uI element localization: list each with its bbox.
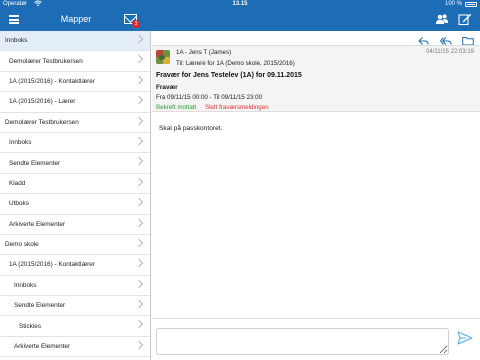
message-header: 1A - Jens T (James) 04/11/15 22:03:19 Ti… [152, 45, 480, 112]
folder-item[interactable]: Demolærer Testbrukersen [0, 113, 150, 133]
folder-label: Demo skole [5, 241, 39, 249]
folder-icon[interactable] [462, 33, 474, 46]
folder-item[interactable]: Demo skole [0, 235, 150, 256]
chevron-right-icon [134, 55, 144, 64]
reply-all-icon[interactable] [439, 33, 452, 45]
folder-label: Innboks [9, 139, 32, 147]
absence-title: Fravær [156, 84, 178, 91]
folder-label: Demolærer Testbrukersen [9, 57, 83, 65]
nav-bar: Mapper 3 [0, 9, 480, 31]
folder-item[interactable]: 1A (2015/2016) - Kontaktlærer [0, 72, 150, 93]
chevron-right-icon [134, 116, 144, 125]
delete-absence-link[interactable]: Slett fraværsmeldingen [205, 104, 269, 111]
message-toolbar [152, 31, 480, 46]
sender-name: 1A - Jens T (James) [176, 49, 232, 56]
folder-sidebar: Innboks Demolærer Testbrukersen 1A (2015/2… [0, 31, 151, 360]
chevron-right-icon [134, 279, 144, 288]
folder-label: 1A (2015/2016) - Kontaktlærer [9, 77, 95, 85]
chevron-right-icon [134, 75, 144, 85]
confirm-received-link[interactable]: Bekreft mottatt [156, 104, 196, 111]
folder-label: Demolærer Testbrukersen [5, 118, 79, 126]
recipient-line: Til: Lærere for 1A (Demo skole, 2015/201… [176, 60, 295, 67]
chevron-right-icon [134, 320, 144, 329]
chevron-right-icon [134, 136, 144, 146]
status-bar: Operatør 13.15 100 % [0, 0, 480, 9]
folder-item[interactable]: Arkiverte Elementer [0, 337, 150, 358]
chevron-right-icon [134, 259, 144, 268]
chevron-right-icon [134, 197, 144, 207]
reply-input[interactable] [156, 328, 449, 355]
chevron-right-icon [134, 34, 144, 44]
reply-icon[interactable] [418, 33, 429, 45]
unread-badge: 3 [132, 20, 140, 28]
message-subject: Fravær for Jens Testelev (1A) for 09.11.… [156, 72, 302, 79]
chevron-right-icon [134, 218, 144, 227]
folder-item[interactable]: Arkiverte Elementer [0, 215, 150, 235]
folder-label: Stickies [19, 322, 42, 330]
message-body: Skal på passkontoret. [159, 125, 223, 132]
battery-percent: 100 % [444, 1, 462, 7]
folder-label: Sendte Elementer [14, 302, 66, 310]
send-icon[interactable] [457, 331, 473, 345]
chevron-right-icon [134, 299, 144, 309]
folder-label: Arkiverte Elementer [14, 343, 71, 351]
folder-label: Innboks [5, 37, 28, 45]
absence-period: Fra 09/11/15 00:00 - Til 09/11/15 23:00 [156, 94, 263, 101]
top-bar: Operatør 13.15 100 % Mapper 3 [0, 0, 480, 31]
folder-item[interactable]: 1A (2015/2016) - Lærer [0, 92, 150, 113]
folder-item[interactable]: 1A (2015/2016) - Kontaktlærer [0, 255, 150, 276]
message-date: 04/11/15 22:03:19 [426, 49, 474, 55]
people-icon[interactable] [435, 12, 449, 26]
folder-label: Arkiverte Elementer [9, 220, 66, 228]
folder-item[interactable]: Sendte Elementer [0, 296, 150, 317]
compose-icon[interactable] [458, 12, 472, 26]
folder-item[interactable]: Kladd [0, 174, 150, 195]
folder-item[interactable]: Innboks [0, 276, 150, 297]
message-pane: 1A - Jens T (James) 04/11/15 22:03:19 Ti… [152, 31, 480, 360]
folder-label: Kladd [9, 179, 26, 187]
reply-composer [152, 318, 480, 360]
chevron-right-icon [134, 340, 144, 350]
sender-avatar [156, 50, 170, 64]
folder-item[interactable]: Stickies [0, 316, 150, 337]
folder-item[interactable]: Utboks [0, 194, 150, 215]
folder-item[interactable]: Innboks [0, 31, 150, 52]
chevron-right-icon [134, 157, 144, 166]
folder-label: 1A (2015/2016) - Lærer [9, 98, 76, 106]
folder-label: Innboks [14, 281, 37, 289]
chevron-right-icon [134, 95, 144, 105]
folder-item[interactable]: Sendte Elementer [0, 153, 150, 174]
folder-item[interactable]: Demolærer Testbrukersen [0, 51, 150, 72]
chevron-right-icon [134, 177, 144, 186]
folder-label: 1A (2015/2016) - Kontaktlærer [9, 261, 95, 269]
folder-item[interactable]: Innboks [0, 133, 150, 154]
mail-button[interactable]: 3 [124, 14, 140, 28]
battery-icon [465, 2, 477, 7]
chevron-right-icon [134, 238, 144, 248]
clock: 13.15 [232, 1, 248, 7]
absence-actions: Bekreft mottatt Slett fraværsmeldingen [156, 104, 269, 111]
folder-label: Sendte Elementer [9, 159, 61, 167]
folder-label: Utboks [9, 200, 29, 208]
